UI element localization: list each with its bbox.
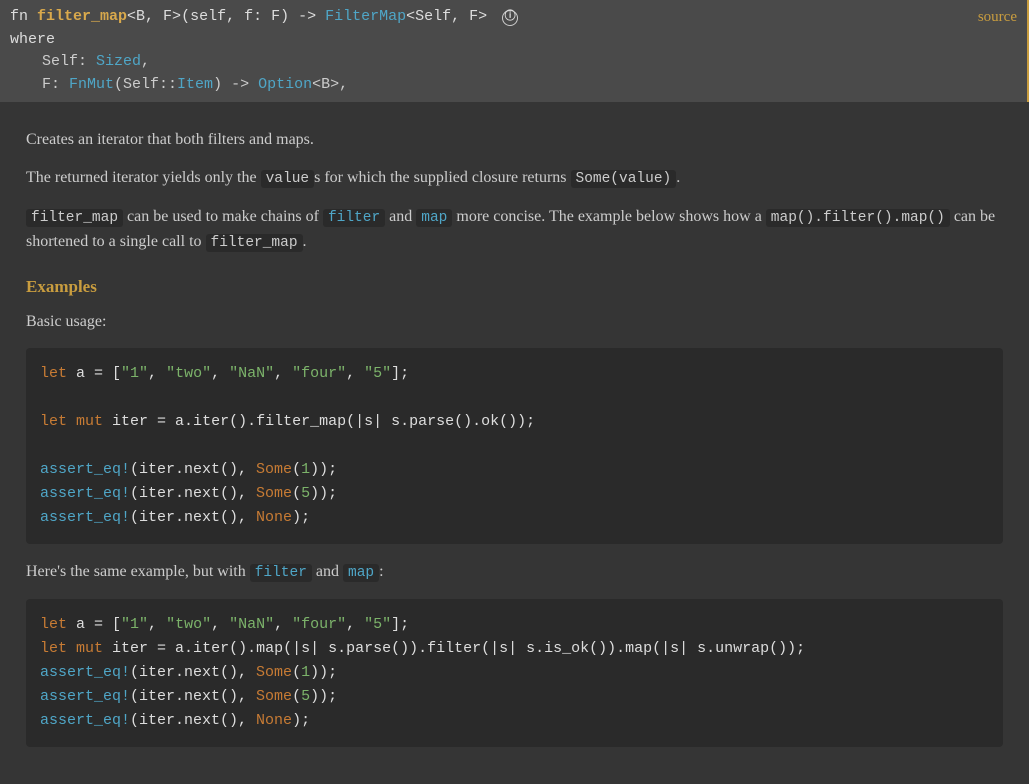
macro-assert: assert_eq! bbox=[40, 461, 130, 478]
macro-assert-5: assert_eq! bbox=[40, 688, 130, 705]
num2-1: 1 bbox=[301, 664, 310, 681]
value-code: value bbox=[261, 170, 315, 188]
close-2: )); bbox=[310, 485, 337, 502]
map-link-2[interactable]: map bbox=[343, 564, 379, 582]
num-1: 1 bbox=[301, 461, 310, 478]
kw-let-3: let bbox=[40, 616, 67, 633]
kw-let-2: let bbox=[40, 413, 67, 430]
item-link[interactable]: Item bbox=[177, 76, 213, 93]
return-generics: <Self, F> bbox=[406, 8, 487, 25]
where-keyword: where bbox=[10, 31, 55, 48]
where-line-2-arrow: ) -> bbox=[213, 76, 258, 93]
filter-map-code-2: filter_map bbox=[206, 234, 303, 252]
code1-a1: (iter.next(), bbox=[130, 461, 256, 478]
fn-keyword: fn bbox=[10, 8, 28, 25]
doc-body: Creates an iterator that both filters an… bbox=[0, 102, 1029, 784]
code2-line1b: ]; bbox=[391, 616, 409, 633]
close2-2: )); bbox=[310, 688, 337, 705]
some-kw-3: Some bbox=[256, 664, 292, 681]
generics: <B, F> bbox=[127, 8, 181, 25]
macro-assert-3: assert_eq! bbox=[40, 509, 130, 526]
none-kw: None bbox=[256, 509, 292, 526]
code1-a3: (iter.next(), bbox=[130, 509, 256, 526]
paragraph-3: filter_map can be used to make chains of… bbox=[26, 205, 1003, 255]
map-filter-map-code: map().filter().map() bbox=[766, 209, 950, 227]
code-example-2: let a = ["1", "two", "NaN", "four", "5"]… bbox=[26, 599, 1003, 747]
code1-line2: iter = a.iter().filter_map(|s| s.parse()… bbox=[103, 413, 535, 430]
p3-text-c: more concise. The example below shows ho… bbox=[452, 208, 765, 225]
source-link[interactable]: source bbox=[978, 6, 1017, 29]
where-line-2-post: <B>, bbox=[312, 76, 348, 93]
p2-text-a: The returned iterator yields only the bbox=[26, 169, 261, 186]
info-icon[interactable]: ⓘ bbox=[502, 10, 518, 26]
filter-link-2[interactable]: filter bbox=[250, 564, 312, 582]
num2-5: 5 bbox=[301, 688, 310, 705]
code1-line1a: a = [ bbox=[67, 365, 121, 382]
none-kw-2: None bbox=[256, 712, 292, 729]
str-nan: "NaN" bbox=[229, 365, 274, 382]
some-kw-4: Some bbox=[256, 688, 292, 705]
where-line-2-mid: (Self:: bbox=[114, 76, 177, 93]
basic-usage-label: Basic usage: bbox=[26, 310, 1003, 334]
code-example-1: let a = ["1", "two", "NaN", "four", "5"]… bbox=[26, 348, 1003, 544]
str2-1: "1" bbox=[121, 616, 148, 633]
some-kw-2: Some bbox=[256, 485, 292, 502]
examples-heading: Examples bbox=[26, 274, 1003, 300]
example-2-intro: Here's the same example, but with filter… bbox=[26, 560, 1003, 585]
params: (self, f: F) -> bbox=[181, 8, 325, 25]
sized-link[interactable]: Sized bbox=[96, 53, 141, 70]
str2-5: "5" bbox=[364, 616, 391, 633]
str2-two: "two" bbox=[166, 616, 211, 633]
code1-line1b: ]; bbox=[391, 365, 409, 382]
filter-map-code: filter_map bbox=[26, 209, 123, 227]
str2-four: "four" bbox=[292, 616, 346, 633]
kw-mut: mut bbox=[76, 413, 103, 430]
some-kw: Some bbox=[256, 461, 292, 478]
e2-text-a: Here's the same example, but with bbox=[26, 563, 250, 580]
code2-line1a: a = [ bbox=[67, 616, 121, 633]
summary-paragraph: Creates an iterator that both filters an… bbox=[26, 128, 1003, 152]
close-1: )); bbox=[310, 461, 337, 478]
close-none-2: ); bbox=[292, 712, 310, 729]
str-1: "1" bbox=[121, 365, 148, 382]
e2-text-c: : bbox=[379, 563, 383, 580]
p3-text-b: and bbox=[385, 208, 416, 225]
close-none: ); bbox=[292, 509, 310, 526]
option-link[interactable]: Option bbox=[258, 76, 312, 93]
str2-nan: "NaN" bbox=[229, 616, 274, 633]
fnmut-link[interactable]: FnMut bbox=[69, 76, 114, 93]
kw-let-4: let bbox=[40, 640, 67, 657]
num-5: 5 bbox=[301, 485, 310, 502]
paragraph-2: The returned iterator yields only the va… bbox=[26, 166, 1003, 191]
filter-link[interactable]: filter bbox=[323, 209, 385, 227]
p2-text-c: . bbox=[676, 169, 680, 186]
e2-text-b: and bbox=[312, 563, 343, 580]
return-type-link[interactable]: FilterMap bbox=[325, 8, 406, 25]
macro-assert-4: assert_eq! bbox=[40, 664, 130, 681]
where-clause: where Self: Sized, F: FnMut(Self::Item) … bbox=[10, 29, 1017, 97]
p3-text-e: . bbox=[303, 233, 307, 250]
p3-text-a: can be used to make chains of bbox=[123, 208, 323, 225]
str-5: "5" bbox=[364, 365, 391, 382]
macro-assert-2: assert_eq! bbox=[40, 485, 130, 502]
where-line-1-pre: Self: bbox=[42, 53, 96, 70]
kw-let: let bbox=[40, 365, 67, 382]
where-line-2-pre: F: bbox=[42, 76, 69, 93]
fn-name[interactable]: filter_map bbox=[37, 8, 127, 25]
macro-assert-6: assert_eq! bbox=[40, 712, 130, 729]
code2-a1: (iter.next(), bbox=[130, 664, 256, 681]
map-link[interactable]: map bbox=[416, 209, 452, 227]
kw-mut-2: mut bbox=[76, 640, 103, 657]
str-four: "four" bbox=[292, 365, 346, 382]
str-two: "two" bbox=[166, 365, 211, 382]
close2-1: )); bbox=[310, 664, 337, 681]
method-header: fn filter_map<B, F>(self, f: F) -> Filte… bbox=[0, 0, 1029, 102]
code2-a2: (iter.next(), bbox=[130, 688, 256, 705]
code2-line2: iter = a.iter().map(|s| s.parse()).filte… bbox=[103, 640, 805, 657]
p2-text-b: s for which the supplied closure returns bbox=[314, 169, 570, 186]
code2-a3: (iter.next(), bbox=[130, 712, 256, 729]
some-value-code: Some(value) bbox=[571, 170, 677, 188]
code1-a2: (iter.next(), bbox=[130, 485, 256, 502]
where-line-1-post: , bbox=[141, 53, 150, 70]
